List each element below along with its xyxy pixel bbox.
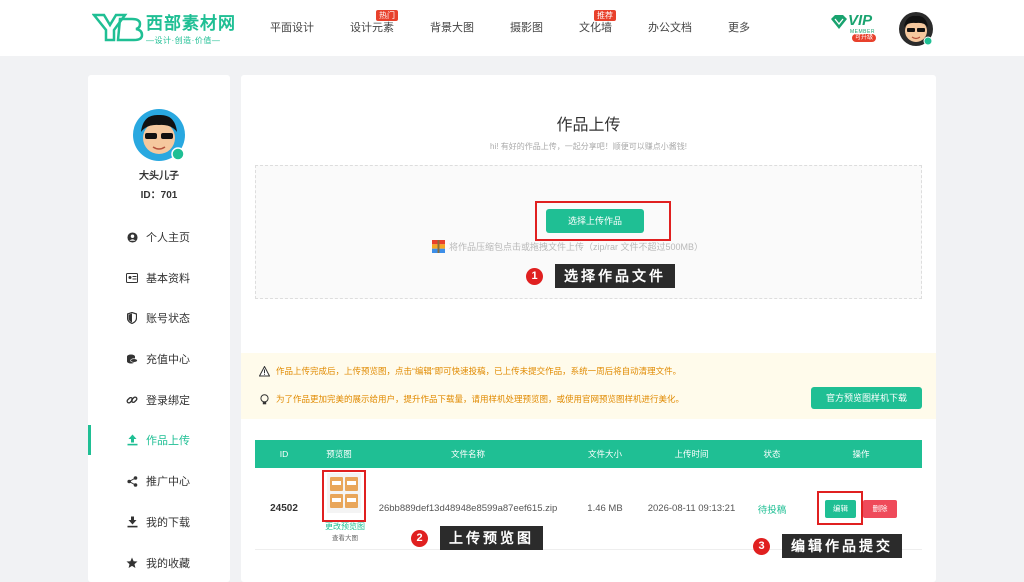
column-header-filename: 文件名称 — [450, 449, 485, 459]
user-icon — [126, 231, 138, 243]
main-nav: 平面设计 设计元素 热门 背景大图 摄影图 文化墙 推荐 办公文档 更多 — [270, 0, 786, 56]
diamond-icon — [831, 15, 847, 29]
user-id: ID：701 — [140, 190, 178, 201]
recommend-badge: 推荐 — [594, 10, 616, 21]
nav-item-photography[interactable]: 摄影图 — [510, 0, 543, 56]
row-size: 1.46 MB — [587, 503, 623, 514]
user-name: 大头儿子 — [139, 171, 179, 182]
step-1-label: 选择作品文件 — [555, 264, 675, 288]
vip-label: VIP — [848, 12, 873, 29]
view-large-link[interactable]: 查看大图 — [307, 532, 383, 542]
logo-mark-icon — [92, 13, 144, 42]
logo-title: 西部素材网 — [146, 13, 236, 34]
download-icon — [126, 516, 138, 528]
vip-badge[interactable]: VIP MEMBER 可升级 — [830, 12, 886, 42]
nav-item-culture-wall[interactable]: 文化墙 推荐 — [579, 0, 616, 56]
delete-button[interactable]: 删除 — [863, 500, 897, 518]
nav-item-backgrounds[interactable]: 背景大图 — [430, 0, 474, 56]
sidebar-item-recharge[interactable]: 充值中心 — [88, 344, 230, 374]
link-icon — [126, 394, 138, 406]
column-header-status: 状态 — [763, 449, 781, 459]
column-header-actions: 操作 — [852, 449, 870, 459]
step-2-number: 2 — [411, 529, 428, 547]
notice-line-1: 作品上传完成后，上传预览图，点击“编辑”即可快速投稿，已上传未提交作品，系统一周… — [259, 365, 681, 377]
zip-archive-icon — [432, 240, 445, 253]
select-upload-button[interactable]: 选择上传作品 — [546, 209, 644, 233]
notice-line-2: 为了作品更加完美的展示给用户，提升作品下载量，请用样机处理预览图，或使用官网预览… — [259, 393, 684, 405]
row-filename: 26bb889def13d48948e8599a87eef615.zip — [378, 503, 558, 514]
sidebar-item-account-status[interactable]: 账号状态 — [88, 303, 230, 333]
sidebar-item-profile[interactable]: 个人主页 — [88, 222, 230, 252]
highlight-frame-preview — [322, 470, 366, 522]
row-status: 待投稿 — [757, 504, 787, 516]
official-mockup-download-button[interactable]: 官方预览图样机下载 — [811, 387, 922, 409]
sidebar-item-basic-info[interactable]: 基本资料 — [88, 263, 230, 293]
column-header-upload-time: 上传时间 — [674, 449, 709, 459]
warning-icon — [259, 365, 270, 376]
page-title: 作品上传 — [556, 117, 621, 134]
column-header-id: ID — [279, 449, 289, 459]
sidebar-item-upload-works[interactable]: 作品上传 — [88, 425, 230, 455]
step-1-number: 1 — [526, 267, 543, 285]
nav-item-office-docs[interactable]: 办公文档 — [648, 0, 692, 56]
step-2-label: 上传预览图 — [440, 526, 543, 550]
edit-button[interactable]: 编辑 — [825, 500, 856, 518]
notice-banner: 作品上传完成后，上传预览图，点击“编辑”即可快速投稿，已上传未提交作品，系统一周… — [241, 353, 936, 419]
lightbulb-icon — [260, 393, 269, 404]
shield-icon — [126, 312, 138, 324]
sidebar: 大头儿子 ID：701 个人主页 基本资料 账号状态 充值中心 登录绑定 作品上… — [88, 75, 230, 582]
row-id: 24502 — [270, 503, 298, 514]
coins-icon — [126, 353, 138, 365]
main-panel: 作品上传 hi! 有好的作品上传，一起分享吧！顺便可以赚点小酱钱! 选择上传作品… — [241, 75, 936, 582]
step-3-label: 编辑作品提交 — [782, 534, 902, 558]
column-header-size: 文件大小 — [587, 449, 622, 459]
upload-dropzone[interactable]: 选择上传作品 将作品压缩包点击或拖拽文件上传（zip/rar 文件不超过500M… — [255, 165, 922, 299]
step-3-annotation: 3 编辑作品提交 — [753, 534, 902, 558]
page-subtitle: hi! 有好的作品上传，一起分享吧！顺便可以赚点小酱钱! — [490, 142, 687, 151]
sidebar-item-login-binding[interactable]: 登录绑定 — [88, 385, 230, 415]
header-avatar[interactable] — [898, 11, 934, 47]
logo-slogan: —设计·创造·价值— — [146, 35, 221, 45]
share-icon — [126, 475, 138, 487]
hot-badge: 热门 — [376, 10, 398, 21]
star-icon — [126, 557, 138, 569]
upload-hint: 将作品压缩包点击或拖拽文件上传（zip/rar 文件不超过500MB） — [432, 240, 703, 253]
site-logo[interactable]: 西部素材网 —设计·创造·价值— — [92, 9, 236, 45]
table-header: ID 预览图 文件名称 文件大小 上传时间 状态 操作 — [255, 440, 922, 468]
profile-avatar[interactable] — [132, 108, 186, 162]
top-header: 西部素材网 —设计·创造·价值— 平面设计 设计元素 热门 背景大图 摄影图 文化… — [0, 0, 1024, 56]
change-preview-link[interactable]: 更改预览图 — [307, 521, 383, 532]
column-header-preview: 预览图 — [326, 449, 352, 459]
nav-item-design-elements[interactable]: 设计元素 热门 — [350, 0, 398, 56]
sidebar-item-my-favorites[interactable]: 我的收藏 — [88, 548, 230, 578]
row-upload-time: 2026-08-11 09:13:21 — [647, 503, 736, 514]
sidebar-item-promotion[interactable]: 推广中心 — [88, 466, 230, 496]
nav-item-graphic-design[interactable]: 平面设计 — [270, 0, 314, 56]
step-3-number: 3 — [753, 537, 770, 555]
upload-icon — [126, 434, 138, 446]
id-card-icon — [126, 272, 138, 284]
sidebar-item-my-downloads[interactable]: 我的下载 — [88, 507, 230, 537]
step-1-annotation: 1 选择作品文件 — [526, 264, 675, 288]
nav-item-more[interactable]: 更多 — [728, 0, 750, 56]
step-2-annotation: 2 上传预览图 — [411, 526, 543, 550]
vip-upgrade-label: 可升级 — [852, 34, 877, 42]
